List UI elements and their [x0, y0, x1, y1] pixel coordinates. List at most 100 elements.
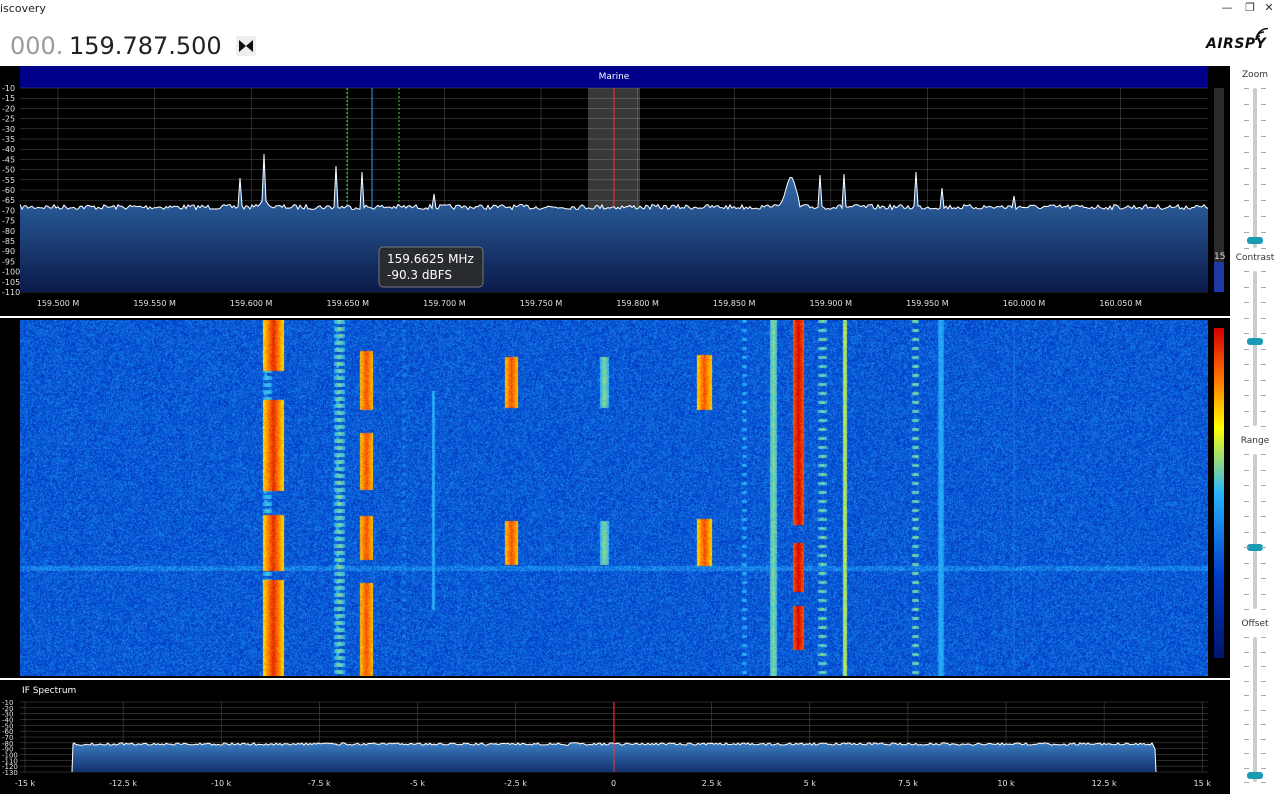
- zoom-slider[interactable]: [1253, 88, 1257, 248]
- spectrum-x-tick: 159.850 M: [713, 299, 756, 308]
- slider-tick: [1261, 454, 1266, 455]
- if-spectrum-plot[interactable]: IF Spectrum -10-20-30-40-50-60-70-80-90-…: [0, 680, 1230, 794]
- spectrum-plot[interactable]: Marine -10-15-20 -25-30-35-40-45 -50-55-60…: [0, 66, 1230, 316]
- tooltip-level: -90.3 dBFS: [387, 268, 452, 282]
- slider-tick: [1244, 184, 1249, 185]
- slider-tick: [1261, 333, 1266, 334]
- slider-tick: [1261, 348, 1266, 350]
- slider-tick: [1244, 248, 1249, 249]
- slider-tick: [1261, 104, 1266, 105]
- slider-tick: [1244, 216, 1249, 217]
- slider-tick: [1261, 593, 1266, 595]
- waterfall-display[interactable]: [0, 318, 1230, 678]
- frequency-prefix[interactable]: 000.: [10, 32, 63, 60]
- slider-tick: [1244, 152, 1249, 153]
- spectrum-analyzer[interactable]: Marine -10 -15 -20 -25 -30 -35 -40 -45 -50 -55 -60…: [0, 66, 1230, 316]
- frequency-display[interactable]: 159.787.500: [69, 32, 222, 60]
- spectrum-x-tick: 159.900 M: [810, 299, 853, 308]
- title-bar: iscovery — ❐ ✕: [0, 0, 1280, 22]
- window-title: iscovery: [0, 2, 46, 15]
- slider-tick: [1261, 666, 1266, 667]
- spectrum-y-tick: -25: [2, 115, 15, 124]
- zoom-label: Zoom: [1242, 70, 1268, 80]
- if-x-tick: -2.5 k: [504, 779, 527, 788]
- slider-tick: [1244, 168, 1249, 169]
- slider-tick: [1244, 426, 1249, 427]
- offset-slider-thumb[interactable]: [1247, 771, 1263, 779]
- slider-tick: [1261, 232, 1266, 233]
- slider-tick: [1244, 516, 1249, 517]
- slider-tick: [1244, 333, 1249, 334]
- slider-tick: [1261, 516, 1266, 517]
- slider-tick: [1244, 454, 1249, 455]
- if-x-tick: 15 k: [1194, 779, 1212, 788]
- spectrum-y-tick: -100: [2, 268, 20, 277]
- if-x-tick: 7.5 k: [898, 779, 918, 788]
- contrast-slider[interactable]: [1253, 271, 1257, 426]
- spectrum-y-tick: -40: [2, 145, 15, 154]
- zoom-slider-thumb[interactable]: [1247, 237, 1263, 244]
- slider-tick: [1261, 426, 1266, 427]
- spectrum-y-tick: -105: [2, 278, 20, 287]
- slider-tick: [1261, 395, 1266, 396]
- if-x-tick: -15 k: [15, 779, 36, 788]
- spectrum-level-fill: [1214, 262, 1224, 292]
- spectrum-y-tick: -15: [2, 94, 15, 103]
- offset-slider[interactable]: [1253, 637, 1257, 782]
- swap-button[interactable]: [236, 36, 256, 56]
- slider-tick: [1261, 767, 1266, 769]
- slider-tick: [1261, 286, 1266, 288]
- spectrum-y-tick: -85: [2, 237, 15, 246]
- bowtie-swap-icon: [239, 40, 253, 52]
- spectrum-x-tick: 159.500 M: [37, 299, 80, 308]
- slider-tick: [1244, 753, 1249, 754]
- spectrum-y-tick: -10: [2, 84, 15, 93]
- spectrum-x-tick: 159.950 M: [906, 299, 949, 308]
- slider-tick: [1244, 348, 1249, 350]
- slider-tick: [1244, 782, 1249, 783]
- slider-tick: [1261, 724, 1266, 725]
- slider-tick: [1261, 410, 1266, 412]
- slider-tick: [1261, 709, 1266, 711]
- slider-tick: [1244, 724, 1249, 725]
- slider-tick: [1261, 200, 1266, 201]
- spectrum-y-tick: -90: [2, 247, 15, 256]
- if-spectrum-panel[interactable]: IF Spectrum -10 -20 -30 -40 -50 -60 -70 -80 -90-…: [0, 680, 1230, 794]
- spectrum-y-tick: -20: [2, 104, 15, 113]
- slider-tick: [1261, 248, 1266, 249]
- slider-tick: [1244, 200, 1249, 201]
- slider-tick: [1261, 168, 1266, 169]
- control-panel: Zoom Contrast Range Offset: [1230, 66, 1280, 794]
- contrast-slider-thumb[interactable]: [1247, 337, 1263, 345]
- slider-tick: [1244, 666, 1249, 667]
- spectrum-x-tick: 159.700 M: [423, 299, 466, 308]
- slider-tick: [1244, 609, 1249, 610]
- slider-tick: [1261, 88, 1266, 89]
- close-button[interactable]: ✕: [1258, 0, 1280, 18]
- range-slider[interactable]: [1253, 454, 1257, 609]
- slider-tick: [1244, 500, 1249, 502]
- spectrum-y-tick: -50: [2, 166, 15, 175]
- spectrum-x-tick: 159.800 M: [616, 299, 659, 308]
- slider-tick: [1244, 364, 1249, 365]
- slider-tick: [1244, 88, 1249, 89]
- slider-tick: [1261, 485, 1266, 486]
- slider-tick: [1261, 738, 1266, 740]
- spectrum-x-axis: 159.500 M 159.550 M 159.600 M 159.650 M 159.…: [37, 299, 1142, 308]
- waterfall-canvas[interactable]: [20, 320, 1208, 676]
- spectrum-y-tick: -75: [2, 217, 15, 226]
- slider-tick: [1244, 120, 1249, 121]
- spectrum-y-axis: -10-15-20 -25-30-35-40-45 -50-55-60-65-70 -…: [2, 84, 20, 297]
- slider-tick: [1261, 680, 1266, 682]
- tooltip-frequency: 159.6625 MHz: [387, 252, 474, 266]
- slider-tick: [1261, 302, 1266, 303]
- slider-tick: [1244, 531, 1249, 533]
- spectrum-y-tick: -95: [2, 257, 15, 266]
- if-x-tick: 0: [611, 779, 616, 788]
- slider-tick: [1244, 469, 1249, 471]
- waterfall-color-scale: [1214, 328, 1224, 658]
- minimize-button[interactable]: —: [1216, 0, 1238, 18]
- spectrum-y-tick: -80: [2, 227, 15, 236]
- spectrum-y-tick: -45: [2, 155, 15, 164]
- spectrum-y-tick: -30: [2, 125, 15, 134]
